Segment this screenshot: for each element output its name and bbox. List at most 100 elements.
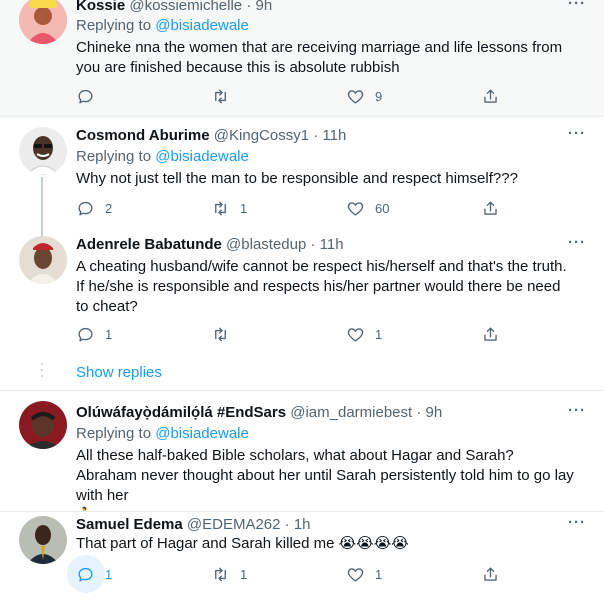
avatar-image (19, 516, 67, 564)
share-icon (484, 566, 497, 581)
mention-link[interactable]: @bisiadewale (155, 17, 249, 34)
timestamp[interactable]: 1h (294, 516, 311, 533)
heart-icon (347, 567, 364, 582)
user-handle[interactable]: @iam_darmiebest (290, 404, 412, 421)
more-options-icon[interactable]: ··· (568, 0, 586, 12)
tweet-header: Olúwáfayọ̀dámilọ́lá #EndSars @iam_darmie… (76, 403, 442, 423)
user-handle[interactable]: @KingCossy1 (214, 127, 309, 144)
avatar[interactable] (19, 127, 67, 175)
tweet-header: Adenrele Babatunde @blastedup · 11h (76, 235, 344, 255)
avatar-image (19, 127, 67, 175)
crying-emojis: 😭😭😭😭 (338, 535, 409, 552)
display-name[interactable]: Adenrele Babatunde (76, 236, 222, 253)
mention-link[interactable]: @bisiadewale (155, 425, 249, 442)
like-count: 1 (375, 566, 383, 582)
tweet-samuel-edema[interactable]: Samuel Edema @EDEMA262 · 1h ··· That par… (0, 512, 604, 602)
tweet-oluwafayodamilola[interactable]: Olúwáfayọ̀dámilọ́lá #EndSars @iam_darmie… (0, 391, 604, 524)
more-options-icon[interactable]: ··· (568, 402, 586, 419)
tweet-header: Cosmond Aburime @KingCossy1 · 11h (76, 126, 346, 146)
tweet-text: Chineke nna the women that are receiving… (76, 39, 563, 76)
more-options-icon[interactable]: ··· (568, 514, 586, 531)
tweet-actions: 1 1 (76, 323, 506, 345)
reply-button[interactable]: 1 (76, 323, 112, 345)
more-options-icon[interactable]: ··· (568, 125, 586, 142)
retweet-button[interactable]: 1 (211, 197, 247, 219)
display-name[interactable]: Cosmond Aburime (76, 127, 210, 144)
display-name[interactable]: Olúwáfayọ̀dámilọ́lá #EndSars (76, 404, 286, 421)
timestamp[interactable]: 11h (322, 127, 346, 144)
like-button[interactable]: 60 (346, 197, 389, 219)
reply-count: 1 (105, 326, 113, 342)
user-handle[interactable]: @kossiemichelle (129, 0, 242, 14)
separator-dot: · (246, 0, 252, 14)
like-count: 9 (375, 88, 383, 104)
tweet-actions: 9 (76, 85, 506, 107)
share-icon (484, 326, 497, 341)
timestamp[interactable]: 11h (320, 236, 344, 253)
timestamp[interactable]: 9h (426, 404, 443, 421)
reply-count: 2 (105, 200, 113, 216)
share-button[interactable] (481, 563, 500, 585)
retweet-icon (215, 88, 226, 104)
separator-dot: · (416, 404, 422, 421)
replying-to: Replying to @bisiadewale (76, 16, 249, 36)
retweet-icon (215, 200, 226, 216)
display-name[interactable]: Kossie (76, 0, 125, 14)
thread-line (41, 177, 43, 226)
avatar[interactable] (19, 0, 67, 44)
timestamp[interactable]: 9h (255, 0, 272, 14)
avatar[interactable] (19, 236, 67, 284)
tweet-text: Why not just tell the man to be responsi… (76, 170, 518, 187)
avatar-image (19, 401, 67, 449)
retweet-button[interactable]: 1 (211, 563, 247, 585)
tweet-kossie[interactable]: Kossie @kossiemichelle · 9h ··· Replying… (0, 0, 604, 116)
retweet-button[interactable] (211, 323, 240, 345)
user-handle[interactable]: @blastedup (226, 236, 306, 253)
reply-icon (78, 567, 93, 582)
tweet-cosmond[interactable]: Cosmond Aburime @KingCossy1 · 11h ··· Re… (0, 117, 604, 226)
like-button[interactable]: 1 (346, 563, 382, 585)
avatar[interactable] (19, 401, 67, 449)
avatar[interactable] (19, 516, 67, 564)
retweet-button[interactable] (211, 85, 240, 107)
separator-dot: · (313, 127, 319, 144)
replying-to: Replying to @bisiadewale (76, 147, 249, 167)
heart-icon (347, 201, 364, 216)
reply-button[interactable] (76, 85, 105, 107)
reply-button[interactable]: 2 (76, 197, 112, 219)
reply-button[interactable]: 1 (67, 555, 113, 593)
share-icon (484, 200, 497, 215)
retweet-icon (215, 566, 226, 582)
share-button[interactable] (481, 197, 500, 219)
separator-dot: · (310, 236, 316, 253)
tweet-adenrele[interactable]: Adenrele Babatunde @blastedup · 11h ··· … (0, 226, 604, 390)
more-options-icon[interactable]: ··· (568, 234, 586, 251)
replying-to-label: Replying to (76, 17, 156, 34)
heart-icon (347, 89, 364, 104)
reply-icon (78, 201, 93, 216)
replying-to: Replying to @bisiadewale (76, 424, 249, 444)
reply-icon (78, 89, 93, 104)
tweet-text-body: That part of Hagar and Sarah killed me (76, 535, 339, 552)
tweet-header: Samuel Edema @EDEMA262 · 1h (76, 515, 311, 535)
separator-dot: · (284, 516, 290, 533)
show-replies-link[interactable]: Show replies (76, 364, 162, 381)
replying-to-label: Replying to (76, 148, 156, 165)
mention-link[interactable]: @bisiadewale (155, 148, 249, 165)
like-count: 60 (375, 200, 390, 216)
like-button[interactable]: 1 (346, 323, 382, 345)
thread-gap-dots (41, 363, 43, 381)
tweet-actions: 2 1 60 (76, 197, 506, 219)
like-button[interactable]: 9 (346, 85, 382, 107)
tweet-text: A cheating husband/wife cannot be respec… (76, 258, 567, 315)
reply-count: 1 (105, 566, 113, 582)
tweet-actions: 1 1 1 (67, 555, 506, 593)
share-icon (484, 88, 497, 103)
share-button[interactable] (481, 85, 500, 107)
display-name[interactable]: Samuel Edema (76, 516, 183, 533)
retweet-count: 1 (240, 200, 248, 216)
share-button[interactable] (481, 323, 500, 345)
reply-icon (78, 327, 93, 342)
retweet-count: 1 (240, 566, 248, 582)
user-handle[interactable]: @EDEMA262 (187, 516, 281, 533)
